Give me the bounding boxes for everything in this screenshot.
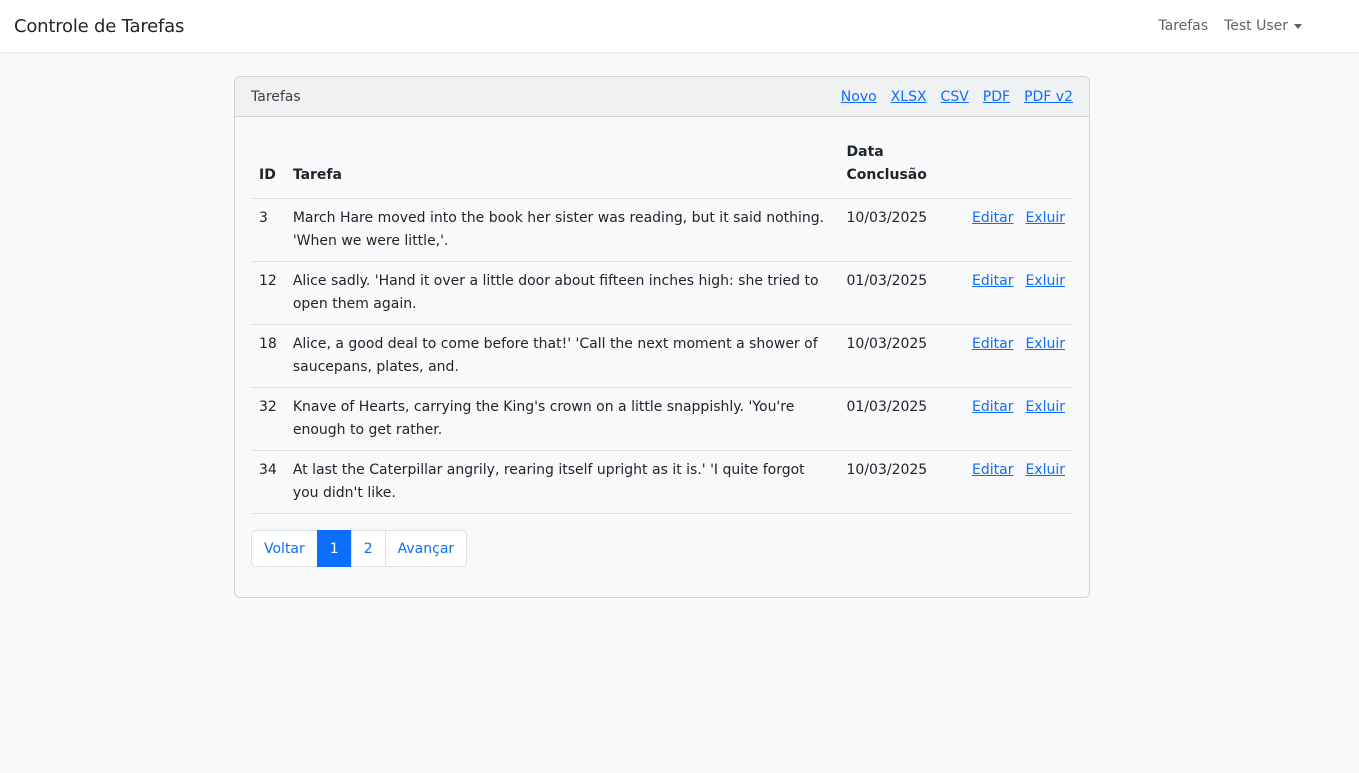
header-date: Data Conclusão — [838, 139, 952, 199]
table-row: 18 Alice, a good deal to come before tha… — [251, 324, 1073, 388]
user-menu-dropdown[interactable]: Test User — [1224, 18, 1302, 34]
cell-date: 01/03/2025 — [838, 387, 952, 451]
card-actions: Novo XLSX CSV PDF PDF v2 — [841, 89, 1073, 105]
export-pdf-link[interactable]: PDF — [983, 89, 1010, 105]
brand-title[interactable]: Controle de Tarefas — [14, 16, 184, 37]
cell-actions: Editar Exluir — [952, 198, 1073, 262]
table-row: 3 March Hare moved into the book her sis… — [251, 198, 1073, 262]
tasks-card: Tarefas Novo XLSX CSV PDF PDF v2 ID Tare… — [234, 76, 1090, 598]
pagination-prev-button[interactable]: Voltar — [251, 530, 318, 567]
navbar: Controle de Tarefas Tarefas Test User — [0, 0, 1359, 52]
delete-link[interactable]: Exluir — [1025, 399, 1065, 415]
tasks-table: ID Tarefa Data Conclusão 3 March Hare mo… — [251, 139, 1073, 514]
delete-link[interactable]: Exluir — [1025, 273, 1065, 289]
delete-link[interactable]: Exluir — [1025, 336, 1065, 352]
header-id: ID — [251, 139, 285, 199]
cell-id: 32 — [251, 387, 285, 451]
delete-link[interactable]: Exluir — [1025, 210, 1065, 226]
delete-link[interactable]: Exluir — [1025, 462, 1065, 478]
cell-id: 3 — [251, 198, 285, 262]
cell-actions: Editar Exluir — [952, 450, 1073, 514]
table-header-row: ID Tarefa Data Conclusão — [251, 139, 1073, 199]
card-title: Tarefas — [251, 88, 301, 105]
pagination-page-1[interactable]: 1 — [316, 530, 352, 567]
cell-id: 18 — [251, 324, 285, 388]
card-body: ID Tarefa Data Conclusão 3 March Hare mo… — [235, 117, 1089, 583]
user-menu-label: Test User — [1224, 18, 1288, 34]
new-task-link[interactable]: Novo — [841, 89, 877, 105]
cell-task: At last the Caterpillar angrily, rearing… — [284, 450, 839, 514]
table-row: 12 Alice sadly. 'Hand it over a little d… — [251, 261, 1073, 325]
table-row: 32 Knave of Hearts, carrying the King's … — [251, 387, 1073, 451]
export-pdf-v2-link[interactable]: PDF v2 — [1024, 89, 1073, 105]
cell-date: 10/03/2025 — [838, 450, 952, 514]
cell-task: Alice sadly. 'Hand it over a little door… — [284, 261, 839, 325]
export-csv-link[interactable]: CSV — [941, 89, 969, 105]
cell-id: 12 — [251, 261, 285, 325]
header-date-line2: Conclusão — [846, 167, 927, 183]
header-task: Tarefa — [284, 139, 839, 199]
caret-down-icon — [1294, 23, 1302, 29]
nav-link-tasks[interactable]: Tarefas — [1158, 18, 1208, 34]
cell-actions: Editar Exluir — [952, 387, 1073, 451]
cell-task: Alice, a good deal to come before that!'… — [284, 324, 839, 388]
edit-link[interactable]: Editar — [972, 336, 1013, 352]
cell-actions: Editar Exluir — [952, 261, 1073, 325]
header-date-line1: Data — [846, 144, 884, 160]
cell-date: 10/03/2025 — [838, 198, 952, 262]
edit-link[interactable]: Editar — [972, 210, 1013, 226]
cell-task: March Hare moved into the book her siste… — [284, 198, 839, 262]
export-xlsx-link[interactable]: XLSX — [891, 89, 927, 105]
pagination-next-button[interactable]: Avançar — [384, 530, 468, 567]
header-actions — [952, 139, 1073, 199]
pagination: Voltar 1 2 Avançar — [251, 530, 1073, 567]
cell-actions: Editar Exluir — [952, 324, 1073, 388]
edit-link[interactable]: Editar — [972, 273, 1013, 289]
card-header: Tarefas Novo XLSX CSV PDF PDF v2 — [235, 77, 1089, 117]
edit-link[interactable]: Editar — [972, 399, 1013, 415]
edit-link[interactable]: Editar — [972, 462, 1013, 478]
cell-id: 34 — [251, 450, 285, 514]
table-row: 34 At last the Caterpillar angrily, rear… — [251, 450, 1073, 514]
cell-date: 01/03/2025 — [838, 261, 952, 325]
pagination-page-2[interactable]: 2 — [350, 530, 386, 567]
nav-right: Tarefas Test User — [1158, 18, 1302, 34]
cell-date: 10/03/2025 — [838, 324, 952, 388]
cell-task: Knave of Hearts, carrying the King's cro… — [284, 387, 839, 451]
